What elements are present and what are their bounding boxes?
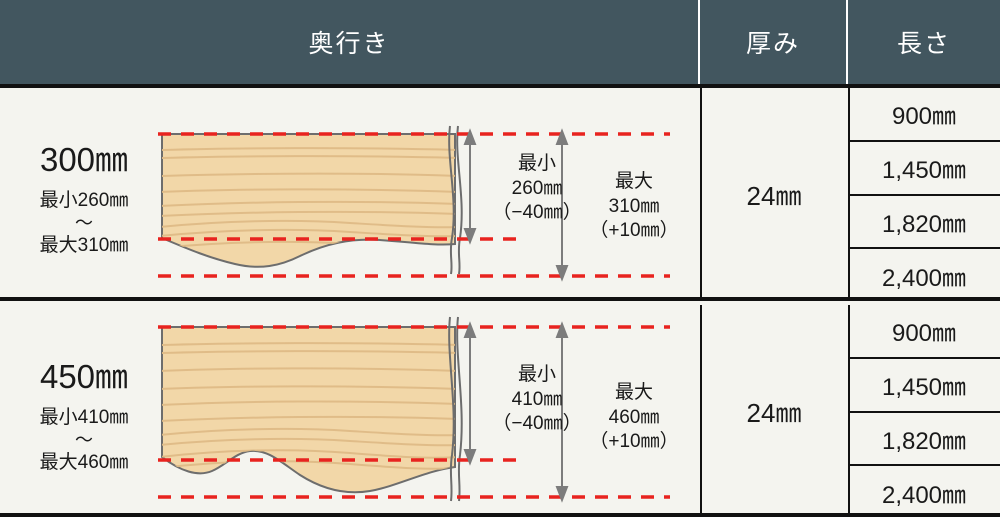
dimension-max-annotation: 最大 460㎜ （+10㎜） xyxy=(574,381,694,455)
board-illustration: 最小 260㎜ （−40㎜） 最大 310㎜ （+10㎜） xyxy=(150,88,695,301)
dimension-max-annotation: 最大 310㎜ （+10㎜） xyxy=(574,170,694,244)
dimension-max-tolerance: （+10㎜） xyxy=(589,431,679,453)
depth-max-label: 最大460㎜ xyxy=(39,451,129,473)
depth-max-label: 最大310㎜ xyxy=(39,234,129,256)
column-header-thickness: 厚み xyxy=(700,0,848,84)
board-shape xyxy=(161,326,456,494)
thickness-cell: 24㎜ xyxy=(746,181,802,211)
dimension-max-title: 最大 xyxy=(614,171,653,192)
table-header: 奥行き 厚み 長さ xyxy=(0,0,1000,84)
arrow-min xyxy=(463,321,477,466)
length-item: 2,400㎜ xyxy=(881,481,967,509)
length-item: 2,400㎜ xyxy=(881,264,967,292)
dimension-max-title: 最大 xyxy=(614,382,653,403)
dimension-max-tolerance: （+10㎜） xyxy=(589,220,679,242)
depth-range-tilde: 〜 xyxy=(75,429,93,450)
board-illustration: 最小 410㎜ （−40㎜） 最大 460㎜ （+10㎜） xyxy=(150,305,695,517)
depth-size: 300㎜ xyxy=(39,140,129,178)
length-item: 1,820㎜ xyxy=(848,196,1000,250)
depth-min-label: 最小260㎜ xyxy=(39,189,129,211)
spec-table: 奥行き 厚み 長さ 300㎜ 最小260㎜ 〜 最大310㎜ 最小 260㎜ （… xyxy=(0,0,1000,517)
column-header-length: 長さ xyxy=(896,30,951,58)
length-item: 900㎜ xyxy=(848,305,1000,359)
length-item: 900㎜ xyxy=(848,88,1000,142)
depth-range-tilde: 〜 xyxy=(75,212,93,233)
arrow-min xyxy=(463,128,477,245)
table-body: 300㎜ 最小260㎜ 〜 最大310㎜ 最小 260㎜ （−40㎜） 最大 3… xyxy=(0,84,1000,517)
thickness-cell: 24㎜ xyxy=(746,398,802,428)
column-header-depth: 奥行き xyxy=(0,0,700,84)
length-item: 1,820㎜ xyxy=(848,413,1000,467)
board-shape xyxy=(161,133,456,268)
depth-label-cell: 450㎜ 最小410㎜ 〜 最大460㎜ xyxy=(0,305,168,517)
length-cell: 900㎜ 1,450㎜ 1,820㎜ 2,400㎜ xyxy=(848,305,1000,517)
length-cell: 900㎜ 1,450㎜ 1,820㎜ 2,400㎜ xyxy=(848,88,1000,301)
length-item: 1,450㎜ xyxy=(848,142,1000,196)
table-row: 300㎜ 最小260㎜ 〜 最大310㎜ 最小 260㎜ （−40㎜） 最大 3… xyxy=(0,88,1000,301)
table-row: 450㎜ 最小410㎜ 〜 最大460㎜ 最小 410㎜ （−40㎜） 最大 4… xyxy=(0,305,1000,517)
length-item: 1,450㎜ xyxy=(848,359,1000,413)
dimension-max-value: 310㎜ xyxy=(608,195,660,217)
depth-size: 450㎜ xyxy=(39,357,129,395)
depth-min-label: 最小410㎜ xyxy=(39,406,129,428)
dimension-max-value: 460㎜ xyxy=(608,406,660,428)
depth-label-cell: 300㎜ 最小260㎜ 〜 最大310㎜ xyxy=(0,88,168,301)
